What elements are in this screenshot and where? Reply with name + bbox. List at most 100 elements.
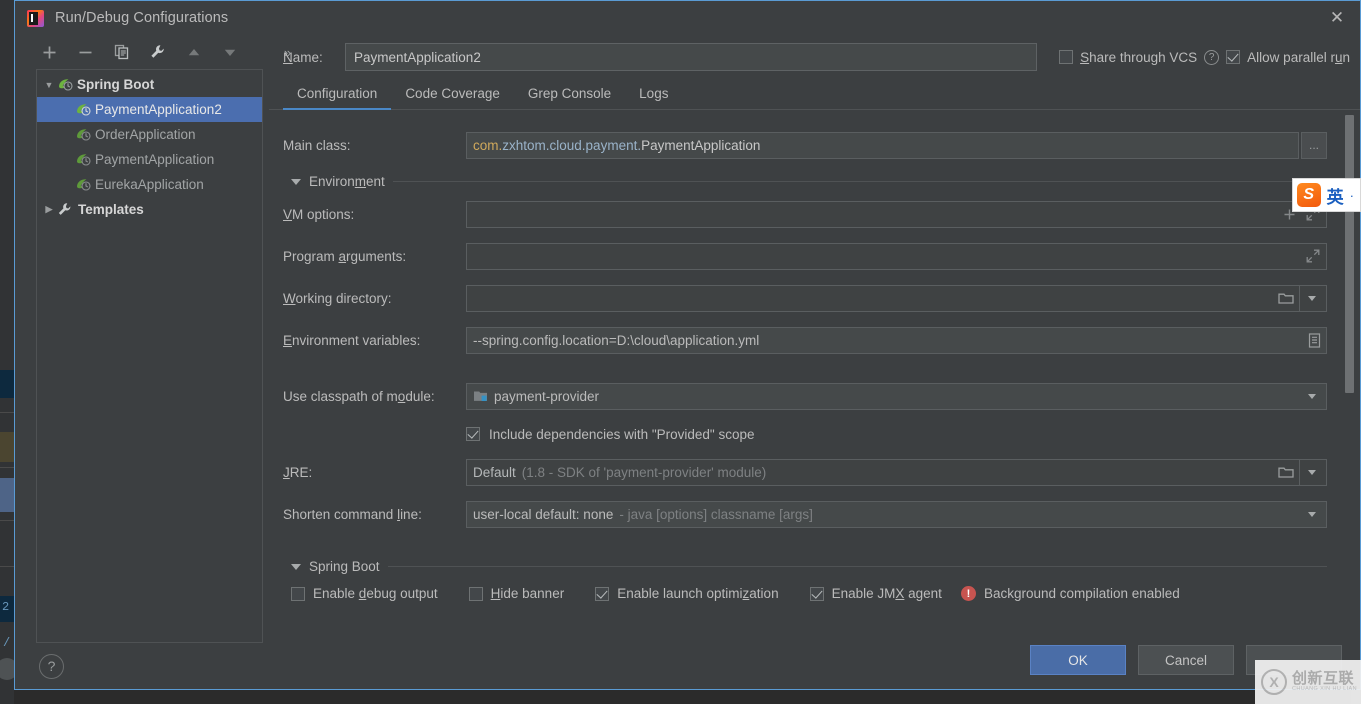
jre-combo[interactable]: Default (1.8 - SDK of 'payment-provider'… <box>466 458 1327 486</box>
background-compilation-status: ! Background compilation enabled <box>960 586 1180 601</box>
chevron-down-icon[interactable] <box>1306 384 1318 409</box>
dialog-footer: OK Cancel <box>269 631 1360 689</box>
dialog-title: Run/Debug Configurations <box>55 10 229 26</box>
move-down-button[interactable] <box>220 43 239 62</box>
main-class-label: Main class: <box>283 137 351 153</box>
sogou-punctuation-toggle[interactable]: · <box>1350 188 1354 203</box>
jre-value: Default <box>473 464 516 480</box>
tree-group-spring-boot[interactable]: ▼ Spring Boot <box>37 72 262 97</box>
dialog-titlebar: Run/Debug Configurations ✕ <box>15 1 1360 35</box>
row-vm-options: VM options: <box>283 193 1327 235</box>
tree-item-eurekaapplication[interactable]: EurekaApplication <box>37 172 262 197</box>
share-through-vcs-label[interactable]: Share through VCS <box>1080 50 1197 65</box>
program-arguments-input[interactable] <box>466 242 1327 270</box>
vm-options-input[interactable] <box>466 200 1327 228</box>
enable-launch-optimization-label[interactable]: Enable launch optimization <box>617 586 778 601</box>
help-button[interactable]: ? <box>39 653 64 679</box>
tab-logs[interactable]: Logs <box>625 86 682 109</box>
list-edit-icon[interactable] <box>1308 328 1321 353</box>
enable-jmx-agent-checkbox[interactable] <box>809 586 824 601</box>
allow-parallel-run-label[interactable]: Allow parallel run <box>1247 50 1350 65</box>
include-dependencies-label[interactable]: Include dependencies with "Provided" sco… <box>489 427 755 442</box>
section-divider <box>387 566 1327 567</box>
chevron-down-icon[interactable] <box>1306 286 1318 311</box>
chevron-down-icon[interactable]: ▼ <box>41 80 57 90</box>
configuration-form: Main class: com. zxhtom.cloud.payment. Pay… <box>269 110 1360 625</box>
cancel-button[interactable]: Cancel <box>1138 645 1234 675</box>
environment-section-header: Environment <box>283 174 1327 189</box>
enable-debug-output-checkbox[interactable] <box>291 586 305 601</box>
form-scroll-area: Main class: com. zxhtom.cloud.payment. Pay… <box>269 110 1360 631</box>
chevron-down-icon[interactable] <box>291 563 301 570</box>
close-icon[interactable]: ✕ <box>1320 4 1354 32</box>
copy-configuration-button[interactable] <box>112 43 131 62</box>
row-use-classpath-of-module: Use classpath of module: payment-provide… <box>283 375 1327 417</box>
share-help-icon[interactable]: ? <box>1204 49 1220 65</box>
sogou-ime-indicator[interactable]: S 英 · <box>1291 178 1361 212</box>
site-watermark: X 创新互联 CHUANG XIN HU LIAN <box>1255 660 1361 704</box>
tab-grep-console[interactable]: Grep Console <box>514 86 625 109</box>
configurations-tree[interactable]: ▼ Spring Boot PaymentApplication2 OrderA… <box>36 69 263 643</box>
hide-banner-label[interactable]: Hide banner <box>491 586 565 601</box>
chevron-down-icon[interactable] <box>1306 502 1318 527</box>
include-dependencies-checkbox[interactable] <box>466 427 480 441</box>
enable-launch-optimization-checkbox[interactable] <box>595 586 610 601</box>
module-icon <box>473 389 488 403</box>
expand-icon[interactable] <box>1306 244 1320 269</box>
use-classpath-of-module-combo[interactable]: payment-provider <box>466 382 1327 410</box>
ok-button[interactable]: OK <box>1030 645 1126 675</box>
sogou-input-mode[interactable]: 英 <box>1327 183 1344 208</box>
row-include-dependencies: Include dependencies with "Provided" sco… <box>283 417 1327 451</box>
tree-item-label: EurekaApplication <box>95 177 204 192</box>
name-input[interactable] <box>345 43 1038 71</box>
tab-configuration[interactable]: Configuration <box>283 86 392 110</box>
watermark-logo-icon: X <box>1261 669 1287 695</box>
chevron-right-icon[interactable]: ▶ <box>41 204 57 215</box>
move-up-button[interactable] <box>184 43 203 62</box>
chevron-down-icon[interactable] <box>1306 460 1318 485</box>
tree-item-label: PaymentApplication2 <box>95 102 222 117</box>
row-working-directory: Working directory: <box>283 277 1327 319</box>
working-directory-input[interactable] <box>466 284 1327 312</box>
tree-item-paymentapplication2[interactable]: PaymentApplication2 <box>37 97 262 122</box>
environment-variables-input[interactable]: --spring.config.location=D:\cloud\applic… <box>466 326 1327 354</box>
error-icon[interactable]: ! <box>960 586 976 601</box>
row-shorten-command-line: Shorten command line: user-local default… <box>283 493 1327 535</box>
add-configuration-button[interactable] <box>40 43 59 62</box>
environment-variables-value: --spring.config.location=D:\cloud\applic… <box>473 332 760 348</box>
shorten-command-line-combo[interactable]: user-local default: none - java [options… <box>466 500 1327 528</box>
tree-item-orderapplication[interactable]: OrderApplication <box>37 122 262 147</box>
configurations-pane: » ▼ Spring Boot PaymentApplication2 Orde… <box>15 35 291 689</box>
spring-boot-section-label: Spring Boot <box>309 559 380 574</box>
tab-code-coverage[interactable]: Code Coverage <box>391 86 514 109</box>
folder-icon[interactable] <box>1278 286 1294 311</box>
edit-templates-button[interactable] <box>148 43 167 62</box>
row-program-arguments: Program arguments: <box>283 235 1327 277</box>
form-bottom-spacer <box>283 601 1327 625</box>
allow-parallel-run-checkbox[interactable] <box>1226 50 1241 64</box>
share-through-vcs-checkbox[interactable] <box>1059 50 1074 64</box>
field-divider <box>1299 285 1300 311</box>
enable-debug-output-label[interactable]: Enable debug output <box>313 586 438 601</box>
main-class-browse-button[interactable]: ... <box>1301 131 1327 159</box>
tree-item-paymentapplication[interactable]: PaymentApplication <box>37 147 262 172</box>
tree-group-label: Templates <box>78 202 144 217</box>
dialog-body: » ▼ Spring Boot PaymentApplication2 Orde… <box>15 35 1360 689</box>
hide-banner-checkbox[interactable] <box>468 586 483 601</box>
include-dependencies-group: Include dependencies with "Provided" sco… <box>466 427 755 442</box>
tree-group-label: Spring Boot <box>77 77 155 92</box>
remove-configuration-button[interactable] <box>76 43 95 62</box>
name-label: Name: <box>283 49 323 65</box>
folder-icon[interactable] <box>1278 460 1294 485</box>
configuration-editor-pane: Name: Share through VCS ? Allow parallel… <box>269 35 1360 689</box>
main-class-input[interactable]: com. zxhtom.cloud.payment. PaymentApplicat… <box>466 131 1299 159</box>
chevron-down-icon[interactable] <box>291 178 301 185</box>
row-jre: JRE: Default (1.8 - SDK of 'payment-prov… <box>283 451 1327 493</box>
background-compilation-label[interactable]: Background compilation enabled <box>984 586 1180 601</box>
tree-group-templates[interactable]: ▶ Templates <box>37 197 262 222</box>
tree-toolbar: » <box>23 35 291 69</box>
shorten-command-line-value: user-local default: none <box>473 506 614 522</box>
form-scrollbar-thumb[interactable] <box>1345 115 1354 393</box>
vm-options-label: VM options: <box>283 206 355 222</box>
enable-jmx-agent-label[interactable]: Enable JMX agent <box>832 586 942 601</box>
